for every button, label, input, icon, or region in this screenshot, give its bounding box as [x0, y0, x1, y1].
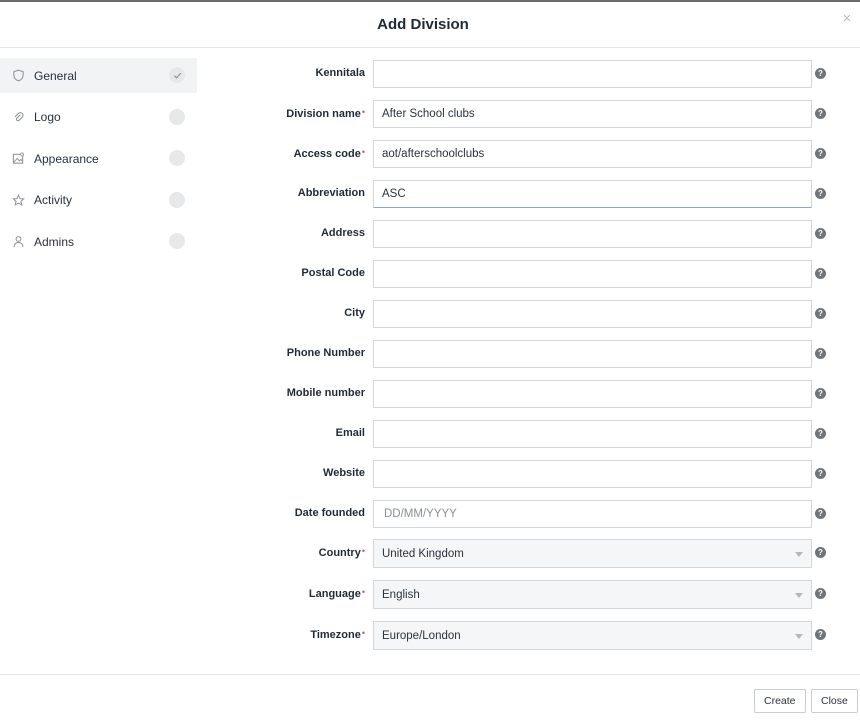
- field-label: Country•: [318, 546, 365, 559]
- help-icon[interactable]: ?: [815, 508, 826, 519]
- help-icon[interactable]: ?: [815, 588, 826, 599]
- field-label: Email: [335, 427, 365, 439]
- close-button[interactable]: Close: [811, 689, 858, 713]
- dialog-title: Add Division: [377, 16, 469, 33]
- form-row-date-founded: Date founded ?: [0, 500, 860, 528]
- language-select[interactable]: English: [373, 580, 812, 609]
- form-row-mobile-number: Mobile number ?: [0, 380, 860, 408]
- form-row-abbreviation: Abbreviation ?: [0, 180, 860, 208]
- mobile-number-input[interactable]: [373, 380, 812, 408]
- website-input[interactable]: [373, 460, 812, 488]
- field-label: Website: [323, 467, 365, 479]
- kennitala-input[interactable]: [373, 60, 812, 88]
- required-marker: •: [361, 628, 365, 638]
- help-icon[interactable]: ?: [815, 68, 826, 79]
- form-row-division-name: Division name• ?: [0, 100, 860, 128]
- field-label: Kennitala: [315, 67, 365, 79]
- division-name-input[interactable]: [373, 100, 812, 128]
- help-icon[interactable]: ?: [815, 148, 826, 159]
- help-icon[interactable]: ?: [815, 108, 826, 119]
- field-label: Language•: [308, 587, 365, 600]
- phone-number-input[interactable]: [373, 340, 812, 368]
- dialog-footer: Create Close: [0, 674, 860, 720]
- help-icon[interactable]: ?: [815, 468, 826, 479]
- help-icon[interactable]: ?: [815, 228, 826, 239]
- dialog-header: Add Division ×: [0, 2, 860, 48]
- field-label: Access code•: [293, 147, 365, 160]
- help-icon[interactable]: ?: [815, 188, 826, 199]
- select-value: United Kingdom: [382, 547, 464, 560]
- select-value: Europe/London: [382, 629, 461, 642]
- create-button[interactable]: Create: [754, 689, 806, 713]
- help-icon[interactable]: ?: [815, 547, 826, 558]
- city-input[interactable]: [373, 300, 812, 328]
- required-marker: •: [361, 587, 365, 597]
- help-icon[interactable]: ?: [815, 268, 826, 279]
- help-icon[interactable]: ?: [815, 629, 826, 640]
- help-icon[interactable]: ?: [815, 348, 826, 359]
- required-marker: •: [361, 546, 365, 556]
- chevron-down-icon: [795, 552, 803, 557]
- field-label: Abbreviation: [297, 187, 365, 199]
- field-label: Address: [320, 227, 365, 239]
- form-row-access-code: Access code• ?: [0, 140, 860, 168]
- address-input[interactable]: [373, 220, 812, 248]
- field-label: Timezone•: [310, 628, 365, 641]
- form-row-postal-code: Postal Code ?: [0, 260, 860, 288]
- required-marker: •: [361, 107, 365, 117]
- country-select[interactable]: United Kingdom: [373, 539, 812, 568]
- email-input[interactable]: [373, 420, 812, 448]
- field-label: Division name•: [286, 107, 365, 120]
- form-row-city: City ?: [0, 300, 860, 328]
- date-founded-input[interactable]: [373, 500, 812, 528]
- form-row-address: Address ?: [0, 220, 860, 248]
- form-row-website: Website ?: [0, 460, 860, 488]
- close-icon[interactable]: ×: [840, 11, 854, 26]
- field-label: Mobile number: [286, 387, 365, 399]
- field-label: Postal Code: [301, 267, 365, 279]
- form-row-country: Country• United Kingdom ?: [0, 539, 860, 568]
- help-icon[interactable]: ?: [815, 308, 826, 319]
- postal-code-input[interactable]: [373, 260, 812, 288]
- required-marker: •: [361, 147, 365, 157]
- abbreviation-input[interactable]: [373, 180, 812, 208]
- form-row-kennitala: Kennitala ?: [0, 60, 860, 88]
- timezone-select[interactable]: Europe/London: [373, 621, 812, 650]
- form-row-email: Email ?: [0, 420, 860, 448]
- field-label: Date founded: [294, 507, 365, 519]
- field-label: Phone Number: [286, 347, 365, 359]
- access-code-input[interactable]: [373, 140, 812, 168]
- chevron-down-icon: [795, 593, 803, 598]
- field-label: City: [344, 307, 365, 319]
- chevron-down-icon: [795, 634, 803, 639]
- form-row-phone-number: Phone Number ?: [0, 340, 860, 368]
- help-icon[interactable]: ?: [815, 388, 826, 399]
- form-row-timezone: Timezone• Europe/London ?: [0, 621, 860, 650]
- select-value: English: [382, 588, 420, 601]
- help-icon[interactable]: ?: [815, 428, 826, 439]
- form-row-language: Language• English ?: [0, 580, 860, 609]
